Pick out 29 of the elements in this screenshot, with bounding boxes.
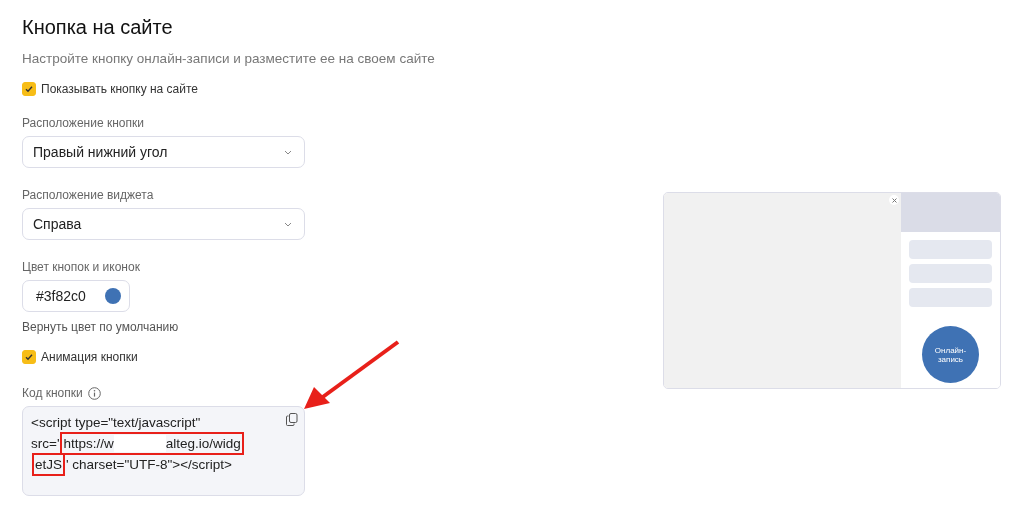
code-box[interactable]: <script type="text/javascript" src=' https://w alteg.io/widg etJS ' charset="UTF-8"></script> — [22, 406, 305, 496]
dropdown[interactable]: Правый нижний угол — [22, 136, 305, 168]
field-label: Цвет кнопок и иконок — [22, 260, 140, 274]
reset-color-link[interactable]: Вернуть цвет по умолчанию — [22, 320, 179, 334]
check-icon — [24, 84, 34, 94]
chevron-down-icon — [284, 149, 292, 155]
field-label: Код кнопки — [22, 386, 83, 400]
chevron-down-icon — [284, 221, 292, 227]
check-icon — [24, 352, 34, 362]
checkbox[interactable] — [22, 350, 36, 364]
page-subtitle: Настройте кнопку онлайн-записи и разместите ее на своем сайте — [22, 51, 435, 66]
checkbox-label: Анимация кнопки — [41, 350, 138, 364]
code-text: alteg.io/widg — [165, 435, 241, 453]
copy-icon[interactable] — [286, 413, 298, 426]
page-title: Кнопка на сайте — [22, 16, 173, 39]
redaction — [113, 435, 166, 452]
color-field[interactable]: #3f82c0 — [22, 280, 130, 312]
code-text: ' charset="UTF-8"></script> — [66, 456, 232, 474]
code-text: etJS — [35, 456, 62, 474]
code-text: <script type="text/javascript" — [31, 414, 201, 432]
field-label: Расположение кнопки — [22, 116, 144, 130]
code-text: https://w — [63, 435, 114, 453]
close-icon — [889, 195, 899, 205]
info-icon[interactable] — [87, 386, 101, 400]
checkbox[interactable] — [22, 82, 36, 96]
dropdown[interactable]: Справа — [22, 208, 305, 240]
checkbox-label: Показывать кнопку на сайте — [41, 82, 199, 96]
code-text: src=' — [31, 435, 60, 453]
field-label: Расположение виджета — [22, 188, 154, 202]
